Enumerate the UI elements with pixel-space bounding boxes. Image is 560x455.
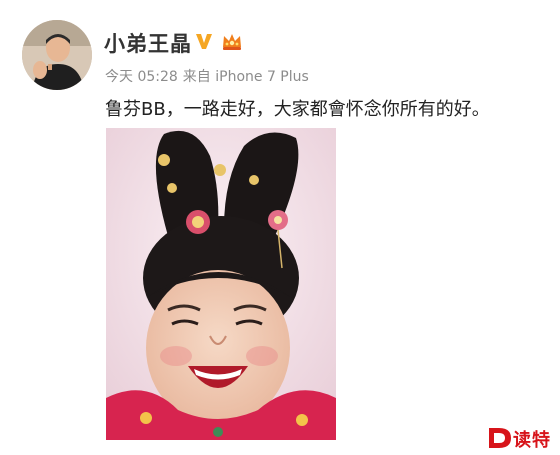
weibo-post: 小弟王晶 今天 05:28 来自 iPhone 7 Plus 鲁芬BB，一路走好，… [0, 0, 560, 455]
post-source: 来自 iPhone 7 Plus [182, 69, 309, 85]
photo-image [106, 128, 336, 440]
verified-v-icon [194, 31, 214, 51]
post-time[interactable]: 今天 05:28 [105, 69, 178, 85]
post-meta: 今天 05:28 来自 iPhone 7 Plus [105, 66, 314, 86]
author-name[interactable]: 小弟王晶 [104, 28, 192, 58]
crown-icon [223, 34, 241, 50]
post-photo[interactable] [106, 128, 336, 440]
avatar[interactable] [22, 20, 92, 90]
watermark-text: 读特 [513, 430, 551, 451]
avatar-image [22, 20, 92, 90]
post-text: 鲁芬BB，一路走好，大家都會怀念你所有的好。 [105, 99, 490, 120]
